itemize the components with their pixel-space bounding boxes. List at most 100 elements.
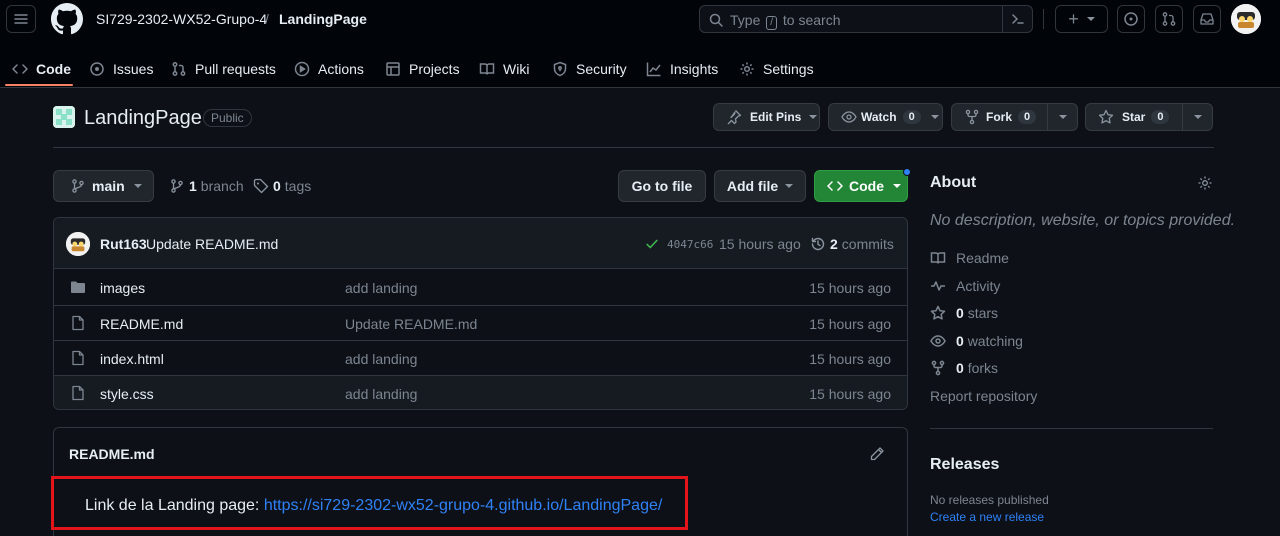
- file-name[interactable]: style.css: [100, 386, 154, 402]
- search-input[interactable]: Type / to search: [699, 5, 1033, 33]
- fork-label: Fork: [986, 110, 1013, 124]
- file-commit-message[interactable]: add landing: [345, 386, 417, 402]
- menu-button[interactable]: [6, 5, 36, 33]
- fork-button[interactable]: Fork 0: [951, 103, 1078, 131]
- search-placeholder: Type / to search: [730, 12, 841, 30]
- watch-button[interactable]: Watch 0: [828, 103, 943, 131]
- commits-link[interactable]: 2 commits: [810, 236, 894, 252]
- breadcrumb-repo[interactable]: LandingPage: [279, 11, 367, 27]
- fork-dropdown[interactable]: [1047, 104, 1077, 130]
- pencil-icon[interactable]: [869, 446, 885, 462]
- tab-settings[interactable]: Settings: [739, 50, 814, 88]
- tab-settings-label: Settings: [763, 61, 814, 77]
- tab-insights-label: Insights: [670, 61, 719, 77]
- repo-avatar: [53, 106, 75, 128]
- tab-code[interactable]: Code: [12, 50, 71, 88]
- file-name[interactable]: images: [100, 280, 145, 296]
- folder-icon: [71, 281, 85, 293]
- commit-message[interactable]: Update README.md: [146, 236, 278, 252]
- commit-sha[interactable]: 4047c66: [667, 238, 713, 251]
- tags-link[interactable]: 0 tags: [253, 178, 311, 194]
- stars-link[interactable]: 0 stars: [930, 305, 998, 321]
- forks-link[interactable]: 0 forks: [930, 360, 998, 376]
- search-shortcut-key: /: [766, 16, 778, 30]
- code-button[interactable]: Code: [814, 170, 908, 202]
- watching-count: 0: [956, 333, 964, 349]
- releases-title[interactable]: Releases: [930, 456, 999, 474]
- file-row[interactable]: README.md Update README.md 15 hours ago: [54, 305, 907, 340]
- create-release-link[interactable]: Create a new release: [930, 510, 1044, 524]
- edit-pins-button[interactable]: Edit Pins: [713, 103, 820, 131]
- tab-insights[interactable]: Insights: [646, 50, 718, 88]
- tab-projects[interactable]: Projects: [385, 50, 460, 88]
- command-palette-button[interactable]: [1002, 6, 1032, 32]
- file-name[interactable]: index.html: [100, 351, 164, 367]
- book-icon: [479, 63, 495, 75]
- file-age: 15 hours ago: [809, 386, 891, 402]
- tag-count-label: tags: [284, 178, 312, 194]
- branches-link[interactable]: 1 branch: [169, 178, 244, 194]
- gear-icon: [740, 62, 754, 76]
- issues-button[interactable]: [1117, 5, 1145, 33]
- file-commit-message[interactable]: Update README.md: [345, 316, 477, 332]
- star-icon: [930, 305, 946, 320]
- tab-security[interactable]: Security: [552, 50, 627, 88]
- watching-link[interactable]: 0 watching: [930, 333, 1023, 349]
- tab-pull-requests[interactable]: Pull requests: [171, 50, 276, 88]
- file-row[interactable]: index.html add landing 15 hours ago: [54, 340, 907, 375]
- go-to-file-button[interactable]: Go to file: [618, 170, 706, 202]
- readme-title[interactable]: README.md: [69, 446, 155, 462]
- tab-issues-label: Issues: [113, 61, 154, 77]
- inbox-button[interactable]: [1193, 5, 1221, 33]
- tab-code-label: Code: [36, 61, 71, 77]
- tab-projects-label: Projects: [409, 61, 460, 77]
- branch-count-label: branch: [200, 178, 244, 194]
- fork-count: 0: [1018, 110, 1037, 124]
- issue-icon: [1124, 12, 1138, 26]
- breadcrumb-org[interactable]: SI729-2302-WX52-Grupo-4: [96, 11, 267, 27]
- file-row[interactable]: style.css add landing 15 hours ago: [54, 375, 907, 409]
- tab-pull-requests-label: Pull requests: [195, 61, 276, 77]
- inbox-icon: [1200, 13, 1214, 25]
- tab-wiki[interactable]: Wiki: [479, 50, 529, 88]
- breadcrumb-separator: /: [265, 11, 269, 27]
- create-new-button[interactable]: +: [1055, 5, 1108, 33]
- file-commit-message[interactable]: add landing: [345, 280, 417, 296]
- file-commit-message[interactable]: add landing: [345, 351, 417, 367]
- star-count: 0: [1151, 110, 1170, 124]
- branch-icon: [171, 179, 183, 193]
- commit-author[interactable]: Rut163: [100, 236, 147, 252]
- add-file-button[interactable]: Add file: [714, 170, 806, 202]
- star-dropdown[interactable]: [1182, 104, 1212, 130]
- readme-link[interactable]: Readme: [930, 250, 1009, 266]
- file-browser: Rut163 Update README.md 4047c66 15 hours…: [53, 217, 908, 410]
- chevron-down-icon: [785, 184, 794, 188]
- report-repository-link[interactable]: Report repository: [930, 388, 1037, 404]
- star-button[interactable]: Star 0: [1085, 103, 1213, 131]
- pin-icon: [727, 110, 742, 125]
- activity-link[interactable]: Activity: [930, 278, 1000, 294]
- gear-icon[interactable]: [1197, 175, 1213, 191]
- edit-pins-label: Edit Pins: [750, 110, 802, 124]
- file-row[interactable]: images add landing 15 hours ago: [54, 270, 907, 305]
- file-icon: [72, 315, 84, 331]
- global-header: SI729-2302-WX52-Grupo-4 / LandingPage Ty…: [0, 0, 1280, 88]
- github-logo-icon[interactable]: [51, 3, 83, 35]
- commit-author-avatar[interactable]: [66, 232, 90, 256]
- pull-requests-button[interactable]: [1155, 5, 1183, 33]
- chevron-down-icon: [930, 115, 939, 119]
- search-prefix: Type: [730, 12, 761, 28]
- plus-icon: +: [1068, 9, 1079, 29]
- watch-count: 0: [902, 110, 921, 124]
- eye-icon: [841, 111, 857, 123]
- repo-title[interactable]: LandingPage: [84, 107, 202, 130]
- star-label: Star: [1122, 110, 1146, 124]
- branch-selector[interactable]: main: [53, 170, 154, 202]
- tab-issues[interactable]: Issues: [89, 50, 153, 88]
- terminal-icon: [1011, 14, 1024, 24]
- file-name[interactable]: README.md: [100, 316, 183, 332]
- user-avatar[interactable]: [1231, 4, 1261, 34]
- tab-actions[interactable]: Actions: [294, 50, 364, 88]
- code-button-label: Code: [849, 178, 884, 194]
- tab-wiki-label: Wiki: [503, 61, 530, 77]
